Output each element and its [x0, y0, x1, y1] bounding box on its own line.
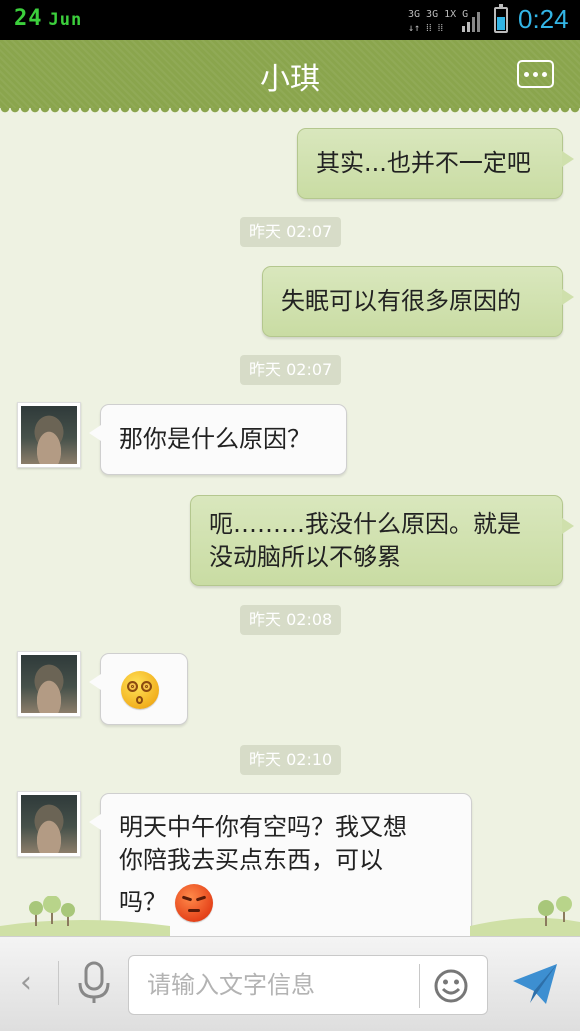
battery-icon [494, 4, 508, 33]
back-chevron-icon[interactable]: ‹ [20, 965, 40, 1001]
more-options-icon [524, 72, 547, 77]
microphone-icon[interactable] [76, 961, 112, 1005]
status-day: 24 [14, 6, 43, 31]
incoming-message[interactable]: 那你是什么原因？ [89, 404, 347, 475]
emoji-icon[interactable] [433, 968, 469, 1004]
outgoing-message[interactable]: 其实...也并不一定吧 [297, 128, 574, 199]
status-bar: 24 Jun 3G 3G 1X G ↓↑ ⁞⁞ ⁞⁞ 0:24 [0, 0, 580, 40]
status-time: 0:24 [518, 4, 569, 34]
divider [58, 961, 59, 1005]
incoming-message[interactable] [89, 653, 188, 725]
divider [419, 964, 420, 1008]
signal-icon: 3G 3G 1X G ↓↑ ⁞⁞ ⁞⁞ [408, 9, 480, 34]
message-text-line: 没动脑所以不够累 [209, 543, 401, 571]
message-text-line: 你陪我去买点东西，可以 [119, 846, 383, 874]
svg-text:↓↑ ⁞⁞ ⁞⁞: ↓↑ ⁞⁞ ⁞⁞ [408, 23, 443, 34]
background-scenery [0, 896, 580, 936]
send-icon[interactable] [510, 961, 560, 1007]
message-input[interactable] [147, 956, 417, 1014]
message-text: 那你是什么原因？ [119, 425, 311, 453]
status-date: 24 Jun [14, 6, 82, 31]
message-timestamp: 昨天 02:07 [240, 217, 342, 247]
more-options-button[interactable] [517, 60, 554, 88]
svg-text:3G 3G 1X G: 3G 3G 1X G [408, 9, 468, 20]
contact-name: 小琪 [260, 62, 320, 97]
message-text: 失眠可以有很多原因的 [281, 287, 521, 315]
input-bar: ‹ [0, 936, 580, 1031]
message-timestamp: 昨天 02:10 [240, 745, 342, 775]
title-bar: 小琪 [0, 40, 580, 114]
chat-area[interactable]: 其实...也并不一定吧 昨天 02:07 失眠可以有很多原因的 昨天 02:07… [0, 108, 580, 936]
dizzy-emoji-icon [121, 671, 159, 709]
message-timestamp: 昨天 02:07 [240, 355, 342, 385]
contact-avatar[interactable] [17, 402, 81, 468]
outgoing-message[interactable]: 失眠可以有很多原因的 [262, 266, 574, 337]
contact-avatar[interactable] [17, 791, 81, 857]
message-text-line: 呃………我没什么原因。就是 [209, 510, 521, 538]
message-text: 其实...也并不一定吧 [316, 149, 531, 177]
message-timestamp: 昨天 02:08 [240, 605, 342, 635]
status-month: Jun [48, 10, 83, 30]
message-input-field[interactable] [128, 955, 488, 1015]
outgoing-message[interactable]: 呃………我没什么原因。就是 没动脑所以不够累 [190, 495, 574, 586]
message-text-line: 明天中午你有空吗？我又想 [119, 813, 407, 841]
contact-avatar[interactable] [17, 651, 81, 717]
